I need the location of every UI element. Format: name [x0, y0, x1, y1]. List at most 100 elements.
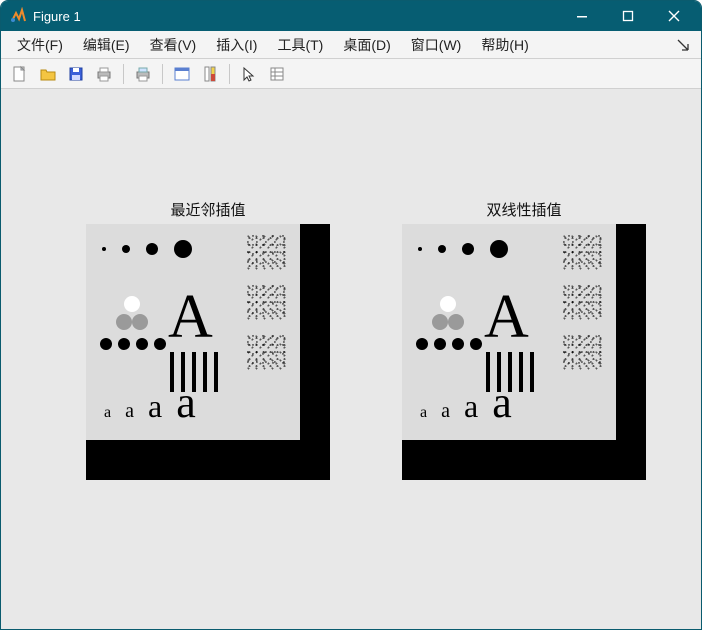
noise-patch	[562, 334, 602, 370]
print-button[interactable]	[91, 62, 117, 86]
glyph-big-a: A	[168, 286, 213, 348]
close-button[interactable]	[651, 1, 697, 31]
dot-icon	[154, 338, 166, 350]
minimize-icon	[576, 10, 588, 22]
close-icon	[668, 10, 680, 22]
menu-tools[interactable]: 工具(T)	[267, 31, 333, 58]
save-button[interactable]	[63, 62, 89, 86]
toolbar-separator	[162, 64, 163, 84]
dot-icon	[470, 338, 482, 350]
dot-icon	[418, 247, 422, 251]
toolbar-separator	[229, 64, 230, 84]
toolbar	[1, 59, 701, 89]
glyph-a-row: a a a a	[420, 377, 512, 428]
bar-icon	[519, 352, 523, 392]
print-icon	[95, 65, 113, 83]
colorbar-icon	[201, 65, 219, 83]
figure-window: Figure 1 文件(F) 编辑(E) 查看(V) 插入(I) 工具(T) 桌…	[0, 0, 702, 630]
noise-patch	[562, 234, 602, 270]
dot-icon	[118, 338, 130, 350]
dot-icon	[462, 243, 474, 255]
noise-patch	[246, 334, 286, 370]
subplot-title-left: 最近邻插值	[170, 199, 245, 220]
bar-icon	[214, 352, 218, 392]
new-figure-button[interactable]	[7, 62, 33, 86]
pointer-icon	[240, 65, 258, 83]
minimize-button[interactable]	[559, 1, 605, 31]
dot-icon	[102, 247, 106, 251]
page-setup-icon	[134, 65, 152, 83]
window-title: Figure 1	[33, 9, 81, 24]
toolbar-separator	[123, 64, 124, 84]
menu-desktop[interactable]: 桌面(D)	[333, 31, 400, 58]
glyph-a: a	[176, 377, 196, 428]
glyph-a: a	[148, 388, 162, 425]
dot-icon	[490, 240, 508, 258]
menu-help[interactable]: 帮助(H)	[471, 31, 538, 58]
menu-view[interactable]: 查看(V)	[140, 31, 207, 58]
save-icon	[67, 65, 85, 83]
matlab-icon	[9, 7, 27, 25]
dot-icon	[100, 338, 112, 350]
gray-circle-icon	[132, 314, 148, 330]
menu-file[interactable]: 文件(F)	[7, 31, 73, 58]
open-button[interactable]	[35, 62, 61, 86]
titlebar[interactable]: Figure 1	[1, 1, 701, 31]
open-folder-icon	[39, 65, 57, 83]
black-dot-row	[100, 338, 166, 350]
subplot-row: 最近邻插值	[86, 199, 646, 480]
subplot-nearest: 最近邻插值	[86, 199, 330, 480]
bar-icon	[203, 352, 207, 392]
property-inspector-button[interactable]	[264, 62, 290, 86]
dock-toggle[interactable]	[671, 31, 695, 58]
bar-icon	[530, 352, 534, 392]
menubar: 文件(F) 编辑(E) 查看(V) 插入(I) 工具(T) 桌面(D) 窗口(W…	[1, 31, 701, 59]
test-image-left: A a a a a	[86, 224, 300, 440]
glyph-a: a	[441, 400, 450, 423]
image-axes-right[interactable]: A a a a a	[402, 224, 646, 480]
maximize-button[interactable]	[605, 1, 651, 31]
glyph-a: a	[420, 404, 427, 422]
dot-icon	[434, 338, 446, 350]
dock-arrow-icon	[677, 39, 689, 51]
menu-window[interactable]: 窗口(W)	[401, 31, 472, 58]
maximize-icon	[622, 10, 634, 22]
subplot-bilinear: 双线性插值	[402, 199, 646, 480]
glyph-a: a	[464, 388, 478, 425]
dot-row	[102, 240, 192, 258]
test-image-right: A a a a a	[402, 224, 616, 440]
glyph-a: a	[104, 404, 111, 422]
menu-edit[interactable]: 编辑(E)	[73, 31, 140, 58]
new-file-icon	[11, 65, 29, 83]
property-inspector-icon	[268, 65, 286, 83]
glyph-a: a	[125, 400, 134, 423]
gray-circle-icon	[116, 314, 132, 330]
subplot-title-right: 双线性插值	[486, 199, 561, 220]
dot-icon	[136, 338, 148, 350]
glyph-a-row: a a a a	[104, 377, 196, 428]
gray-circle-icon	[448, 314, 464, 330]
link-axes-button[interactable]	[169, 62, 195, 86]
white-circle-icon	[124, 296, 140, 312]
dot-icon	[174, 240, 192, 258]
app-window-icon	[173, 65, 191, 83]
edit-plot-button[interactable]	[236, 62, 262, 86]
black-dot-row	[416, 338, 482, 350]
glyph-a: a	[492, 377, 512, 428]
figure-canvas[interactable]: 最近邻插值	[1, 89, 701, 629]
glyph-big-a: A	[484, 286, 529, 348]
noise-patch	[562, 284, 602, 320]
noise-patch	[246, 234, 286, 270]
dot-icon	[122, 245, 130, 253]
dot-icon	[416, 338, 428, 350]
dot-row	[418, 240, 508, 258]
insert-colorbar-button[interactable]	[197, 62, 223, 86]
dot-icon	[452, 338, 464, 350]
noise-patch	[246, 284, 286, 320]
page-setup-button[interactable]	[130, 62, 156, 86]
image-axes-left[interactable]: A a a a a	[86, 224, 330, 480]
dot-icon	[146, 243, 158, 255]
menu-insert[interactable]: 插入(I)	[206, 31, 267, 58]
gray-circle-icon	[432, 314, 448, 330]
white-circle-icon	[440, 296, 456, 312]
